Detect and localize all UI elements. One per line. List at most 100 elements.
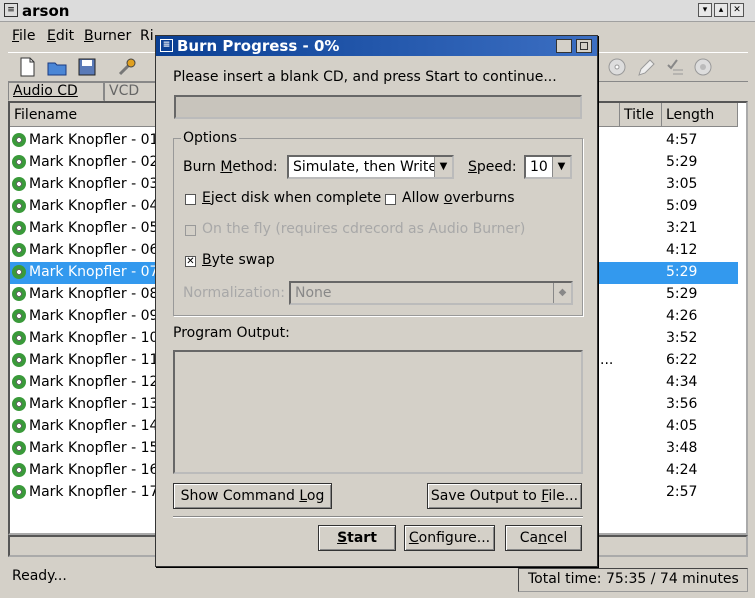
cd-search-icon[interactable] — [606, 56, 628, 78]
filename-cell: Mark Knopfler - 06 — [12, 242, 158, 258]
start-button[interactable]: Start — [318, 525, 396, 551]
track-length: 5:29 — [666, 286, 698, 302]
track-length: 3:48 — [666, 440, 698, 456]
eject-checkbox[interactable] — [185, 194, 196, 205]
filename-cell: Mark Knopfler - 01 — [12, 132, 158, 148]
burn-cd-icon[interactable] — [692, 56, 714, 78]
pencil-icon[interactable] — [634, 56, 656, 78]
track-filename: Mark Knopfler - 02 — [29, 154, 159, 170]
track-filename: Mark Knopfler - 01 — [29, 132, 159, 148]
menu-file[interactable]: File — [12, 28, 35, 44]
audio-track-icon — [12, 419, 26, 433]
chevron-down-icon: ◆ — [553, 283, 571, 303]
chevron-down-icon: ▼ — [434, 157, 452, 177]
dialog-close-icon[interactable] — [576, 39, 592, 53]
show-command-log-button[interactable]: Show Command Log — [173, 483, 332, 509]
on-the-fly-label: On the fly (requires cdrecord as Audio B… — [202, 221, 526, 237]
column-length[interactable]: Length — [662, 103, 738, 127]
overburn-checkbox[interactable] — [385, 194, 396, 205]
track-filename: Mark Knopfler - 07 — [29, 264, 159, 280]
audio-track-icon — [12, 287, 26, 301]
track-length: 4:57 — [666, 132, 698, 148]
save-icon[interactable] — [76, 56, 98, 78]
filename-cell: Mark Knopfler - 03 — [12, 176, 158, 192]
wrench-icon[interactable] — [116, 56, 138, 78]
close-icon[interactable]: ✕ — [730, 3, 744, 17]
new-file-icon[interactable] — [16, 56, 38, 78]
menu-ripper[interactable]: Ri — [140, 28, 154, 44]
track-length: 6:22 — [666, 352, 698, 368]
track-length: 3:21 — [666, 220, 698, 236]
track-length: 2:57 — [666, 484, 698, 500]
track-filename: Mark Knopfler - 11 — [29, 352, 159, 368]
divider — [173, 516, 583, 518]
checklist-icon[interactable] — [664, 56, 686, 78]
track-filename: Mark Knopfler - 15 — [29, 440, 159, 456]
on-the-fly-checkbox[interactable] — [185, 225, 196, 236]
audio-track-icon — [12, 441, 26, 455]
minimize-icon[interactable]: ▾ — [698, 3, 712, 17]
filename-cell: Mark Knopfler - 02 — [12, 154, 158, 170]
track-filename: Mark Knopfler - 16 — [29, 462, 159, 478]
window-title: arson — [22, 2, 70, 20]
tab-audio-cd[interactable]: Audio CD — [8, 82, 104, 101]
track-filename: Mark Knopfler - 14 — [29, 418, 159, 434]
filename-cell: Mark Knopfler - 12 — [12, 374, 158, 390]
eject-label: Eject disk when complete — [202, 190, 382, 206]
tab-vcd-label: VCD — [109, 83, 140, 99]
track-filename: Mark Knopfler - 04 — [29, 198, 159, 214]
open-folder-icon[interactable] — [46, 56, 68, 78]
normalization-value: None — [295, 285, 332, 301]
column-title[interactable]: Title — [620, 103, 662, 127]
column-filename[interactable]: Filename — [10, 103, 156, 127]
program-output-textarea[interactable] — [173, 350, 583, 474]
audio-track-icon — [12, 375, 26, 389]
track-length: 5:29 — [666, 264, 698, 280]
normalization-select[interactable]: None ◆ — [289, 281, 573, 305]
filename-cell: Mark Knopfler - 09 — [12, 308, 158, 324]
audio-track-icon — [12, 265, 26, 279]
track-filename: Mark Knopfler - 03 — [29, 176, 159, 192]
track-length: 4:05 — [666, 418, 698, 434]
track-title: ... — [600, 352, 614, 368]
window-menu-icon[interactable]: ≡ — [4, 3, 18, 17]
track-filename: Mark Knopfler - 10 — [29, 330, 159, 346]
configure-button[interactable]: Configure... — [404, 525, 495, 551]
filename-cell: Mark Knopfler - 17 — [12, 484, 158, 500]
audio-track-icon — [12, 463, 26, 477]
save-output-button[interactable]: Save Output to File... — [427, 483, 582, 509]
filename-cell: Mark Knopfler - 13 — [12, 396, 158, 412]
filename-cell: Mark Knopfler - 14 — [12, 418, 158, 434]
track-filename: Mark Knopfler - 09 — [29, 308, 159, 324]
audio-track-icon — [12, 353, 26, 367]
audio-track-icon — [12, 331, 26, 345]
track-length: 4:26 — [666, 308, 698, 324]
filename-cell: Mark Knopfler - 10 — [12, 330, 158, 346]
maximize-icon[interactable]: ▴ — [714, 3, 728, 17]
track-length: 4:24 — [666, 462, 698, 478]
byte-swap-label: Byte swap — [202, 252, 275, 268]
track-length: 3:52 — [666, 330, 698, 346]
menu-burner[interactable]: Burner — [84, 28, 131, 44]
column-hidden[interactable] — [598, 103, 620, 127]
track-filename: Mark Knopfler - 08 — [29, 286, 159, 302]
filename-cell: Mark Knopfler - 08 — [12, 286, 158, 302]
burn-method-select[interactable]: Simulate, then Write ▼ — [287, 155, 454, 179]
filename-cell: Mark Knopfler - 15 — [12, 440, 158, 456]
dialog-maximize-icon[interactable] — [556, 39, 572, 53]
audio-track-icon — [12, 485, 26, 499]
track-filename: Mark Knopfler - 13 — [29, 396, 159, 412]
tab-audio-cd-label: Audio CD — [13, 83, 78, 99]
options-label: Options — [181, 130, 240, 146]
audio-track-icon — [12, 243, 26, 257]
byte-swap-checkbox[interactable]: ✕ — [185, 256, 196, 267]
cancel-button[interactable]: Cancel — [505, 525, 582, 551]
dialog-menu-icon[interactable]: ≡ — [160, 39, 173, 52]
speed-select[interactable]: 10 ▼ — [524, 155, 572, 179]
filename-cell: Mark Knopfler - 04 — [12, 198, 158, 214]
menu-edit[interactable]: Edit — [47, 28, 74, 44]
tab-vcd[interactable]: VCD — [104, 82, 156, 101]
burn-method-label: Burn Method: — [183, 159, 278, 175]
track-filename: Mark Knopfler - 06 — [29, 242, 159, 258]
burn-progress-bar — [174, 95, 582, 119]
